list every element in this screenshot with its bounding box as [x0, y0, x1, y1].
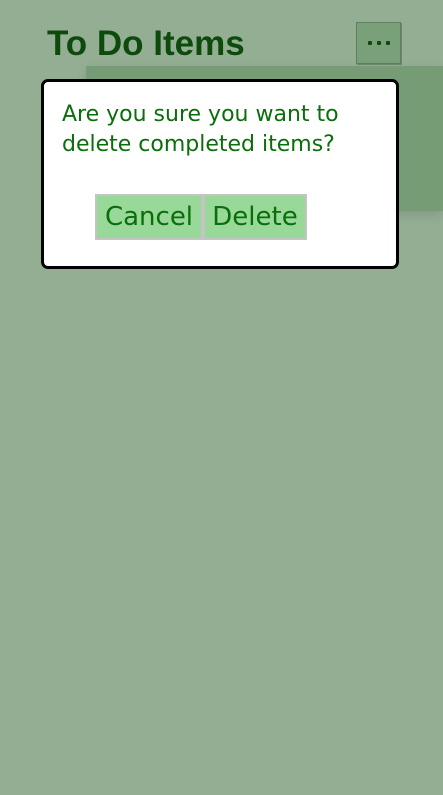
delete-confirmation-dialog: Are you sure you want to delete complete… — [41, 79, 399, 269]
more-options-button[interactable] — [356, 22, 401, 64]
dialog-button-row: Cancel Delete — [95, 194, 307, 240]
delete-button[interactable]: Delete — [203, 194, 307, 240]
more-ellipsis-icon — [367, 41, 390, 45]
dialog-message: Are you sure you want to delete complete… — [62, 102, 339, 157]
cancel-button[interactable]: Cancel — [95, 194, 203, 240]
page-title: To Do Items — [47, 24, 245, 63]
